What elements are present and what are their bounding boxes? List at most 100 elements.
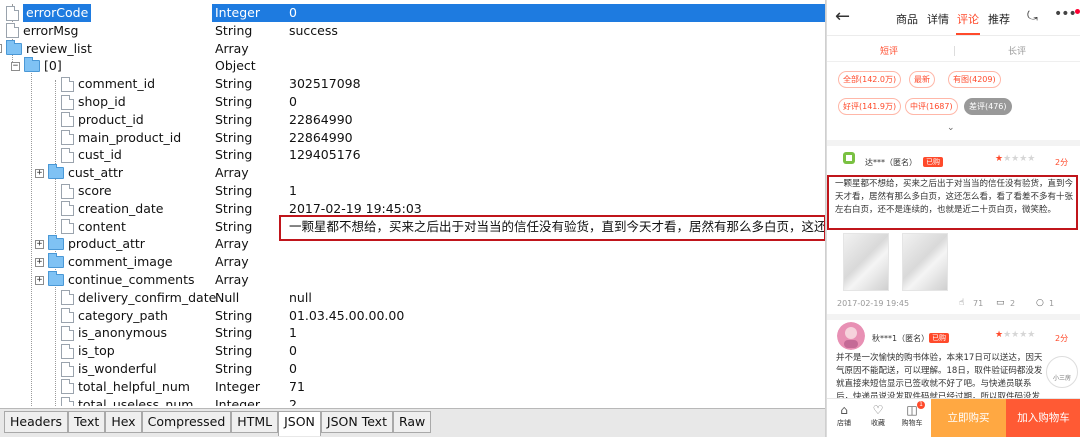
document-icon [61,94,74,110]
tab-text[interactable]: Text [68,411,106,433]
json-type: String [215,94,253,109]
nav-active-underline [956,33,980,35]
json-row-continue_comments[interactable]: + continue_comments Array [0,271,825,289]
expand-icon[interactable]: + [35,168,44,178]
notification-dot [1075,9,1080,14]
tab-hex[interactable]: Hex [105,411,142,433]
filter-neutral[interactable]: 中评(1687) [905,98,958,115]
json-row-comment_image[interactable]: + comment_image Array [0,253,825,271]
like-count: 71 [973,299,984,308]
shop-icon: ⌂ [840,403,848,417]
json-key-cell: total_helpful_num [61,378,190,396]
json-row-comment_id[interactable]: comment_id String 302517098 [0,75,825,93]
json-row-cust_attr[interactable]: + cust_attr Array [0,164,825,182]
review-text: 并不是一次愉快的购书体验，本来17日可以送达，因天气原因不能配送，可以理解。18… [836,353,1043,398]
filter-latest[interactable]: 最新 [909,71,935,88]
collapse-icon[interactable]: − [0,44,2,54]
thumbs-up-icon[interactable]: ☝ [959,298,964,308]
nav-tab-reviews[interactable]: 评论 [957,11,979,27]
expand-icon[interactable]: + [35,239,44,249]
app-top-bar: ← 商品 详情 评论 推荐 ⤿ ••• [827,0,1080,36]
json-row-delivery_confirm_date[interactable]: delivery_confirm_date Null null [0,289,825,307]
avatar [837,322,865,350]
json-key-cell: errorMsg [6,22,79,40]
json-type: Object [215,58,256,74]
review-username: 秋***1（匿名） [872,334,930,343]
buy-now-button[interactable]: 立即购买 [931,399,1006,437]
json-key-cell: + comment_image [35,253,173,271]
tab-raw[interactable]: Raw [392,411,432,433]
json-type: String [215,22,253,38]
review-image[interactable] [843,233,889,291]
json-tree: errorCodeInteger0errorMsgStringsuccess−r… [0,4,825,406]
json-row-is_anonymous[interactable]: is_anonymous String 1 [0,324,825,342]
document-icon [61,130,74,146]
json-row-score[interactable]: score String 1 [0,182,825,200]
back-arrow-icon[interactable]: ← [835,6,850,27]
json-row-total_useless_num[interactable]: total_useless_num Integer 2 [0,396,825,406]
json-type: Array [215,272,249,287]
document-icon [61,201,74,217]
tab-html[interactable]: HTML [231,411,279,433]
json-row-shop_id[interactable]: shop_id String 0 [0,93,825,111]
json-key-cell: is_anonymous [61,324,167,342]
favorite-button[interactable]: ♡ 收藏 [863,402,893,428]
tab-short-reviews[interactable]: 短评 [880,44,898,57]
json-row-is_top[interactable]: is_top String 0 [0,342,825,360]
reply-count: 1 [1049,299,1055,308]
shop-button[interactable]: ⌂ 店铺 [829,402,859,428]
folder-icon [48,164,64,180]
json-key: is_anonymous [78,325,168,341]
json-value: 0 [289,94,297,109]
document-icon [61,76,74,92]
json-type: Integer [215,396,260,406]
json-row-main_product_id[interactable]: main_product_id String 22864990 [0,129,825,147]
expand-icon[interactable]: + [35,257,44,267]
json-key-cell: total_useless_num [61,396,193,406]
tab-headers[interactable]: Headers [4,411,69,433]
json-key: errorMsg [23,22,79,38]
review-username: 达***（匿名） [865,158,917,167]
filter-positive[interactable]: 好评(141.9万) [838,98,902,115]
json-type: Array [215,254,249,270]
json-row-review_list[interactable]: − review_list Array [0,39,825,58]
json-type: String [215,183,253,198]
share-icon[interactable]: ⤿ [1027,9,1038,24]
nav-tab-details[interactable]: 详情 [927,11,949,27]
review-score: 2分 [1055,334,1069,343]
reply-icon[interactable]: ○ [1036,298,1044,308]
more-icon[interactable]: ••• [1054,6,1077,22]
json-row-product_id[interactable]: product_id String 22864990 [0,111,825,129]
json-row-cust_id[interactable]: cust_id String 129405176 [0,146,825,164]
filter-negative[interactable]: 差评(476) [964,98,1012,115]
expand-icon[interactable]: + [35,275,44,285]
json-key: shop_id [78,94,126,109]
review-image[interactable] [902,233,948,291]
json-row-total_helpful_num[interactable]: total_helpful_num Integer 71 [0,378,825,396]
filter-with-images[interactable]: 有图(4209) [948,71,1001,88]
assistant-float-button[interactable]: 小三房 [1046,356,1078,388]
nav-tab-recommend[interactable]: 推荐 [988,11,1010,27]
document-icon [61,343,74,359]
json-row-is_wonderful[interactable]: is_wonderful String 0 [0,360,825,378]
tab-json-text[interactable]: JSON Text [320,411,393,433]
nav-tab-product[interactable]: 商品 [896,11,918,27]
json-key-cell: − review_list [0,39,92,58]
json-row-idx0idx[interactable]: − [0] Object [0,57,825,75]
document-icon [61,361,74,377]
comment-icon[interactable]: ▭ [996,298,1005,308]
json-key-cell: + product_attr [35,235,145,253]
json-row-errorCode[interactable]: errorCode Integer 0 [0,4,825,22]
json-key: comment_image [68,254,173,270]
chevron-down-icon[interactable]: ⌄ [947,123,955,133]
json-value: 0 [289,361,297,376]
collapse-icon[interactable]: − [11,61,20,71]
json-row-errorMsg[interactable]: errorMsg String success [0,22,825,40]
tab-compressed[interactable]: Compressed [141,411,232,433]
tab-long-reviews[interactable]: 长评 [1008,44,1026,57]
json-row-category_path[interactable]: category_path String 01.03.45.00.00.00 [0,307,825,325]
filter-all[interactable]: 全部(142.0万) [838,71,902,88]
json-key-cell: category_path [61,307,168,325]
add-to-cart-button[interactable]: 加入购物车 [1006,399,1080,437]
tab-json[interactable]: JSON [278,411,321,436]
